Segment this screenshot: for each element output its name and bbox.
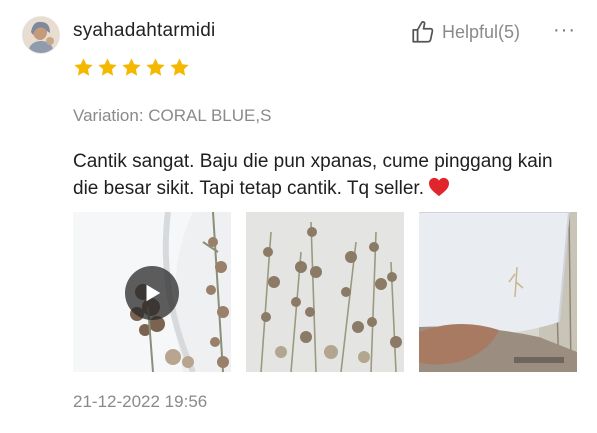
more-options-icon[interactable]: ···: [553, 19, 576, 42]
variation-label: Variation: CORAL BLUE,S: [73, 106, 272, 125]
review-photo-thumbnail[interactable]: [246, 212, 404, 372]
user-avatar[interactable]: [22, 16, 60, 54]
star-icon: [98, 58, 117, 76]
review-date: 21-12-2022 19:56: [73, 392, 208, 411]
play-icon: [146, 284, 161, 302]
play-button[interactable]: [125, 266, 179, 320]
star-icon: [74, 58, 93, 76]
review-comment-text: Cantik sangat. Baju die pun xpanas, cume…: [73, 151, 553, 199]
thumbs-up-icon: [412, 21, 434, 43]
review-comment: Cantik sangat. Baju die pun xpanas, cume…: [73, 148, 573, 202]
red-heart-emoji: [428, 177, 449, 197]
star-icon: [146, 58, 165, 76]
helpful-label: Helpful(5): [442, 21, 521, 42]
star-icon: [122, 58, 141, 76]
reviewer-username[interactable]: syahadahtarmidi: [73, 20, 215, 42]
review-card: syahadahtarmidi Helpful(5) ··· Variation…: [0, 0, 597, 433]
review-photo-thumbnail[interactable]: [419, 212, 577, 372]
review-video-thumbnail[interactable]: [73, 212, 231, 372]
star-rating: [73, 57, 190, 78]
star-icon: [170, 58, 189, 76]
helpful-button[interactable]: Helpful(5): [410, 19, 520, 45]
